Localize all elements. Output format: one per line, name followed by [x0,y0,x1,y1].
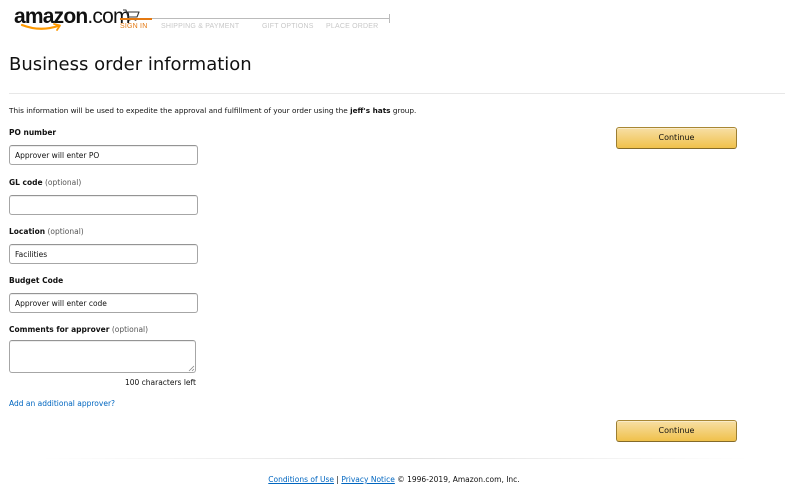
gl-code-input[interactable] [9,195,198,215]
conditions-of-use-link[interactable]: Conditions of Use [268,475,334,484]
step-gift-options: GIFT OPTIONS [262,23,314,30]
intro-prefix: This information will be used to expedit… [9,106,351,115]
resize-grip-icon[interactable] [187,364,195,372]
gl-code-label: GL code (optional) [9,178,82,187]
continue-button-bottom[interactable]: Continue [616,420,737,442]
privacy-notice-link[interactable]: Privacy Notice [341,475,395,484]
continue-button-top[interactable]: Continue [616,127,737,149]
characters-left-counter: 100 characters left [124,378,196,387]
step-sign-in: SIGN IN [120,23,148,30]
progress-active-track [120,18,152,20]
budget-code-input[interactable] [9,293,198,313]
progress-end-tick [389,14,390,23]
budget-code-label: Budget Code [9,276,64,285]
add-approver-link[interactable]: Add an additional approver? [9,399,115,408]
smile-arrow-icon [20,23,61,31]
progress-track [120,18,390,19]
step-place-order: PLACE ORDER [326,23,379,30]
comments-label: Comments for approver (optional) [9,325,149,334]
location-label: Location (optional) [9,227,84,236]
page-title: Business order information [9,54,252,75]
checkout-progress: SIGN IN SHIPPING & PAYMENT GIFT OPTIONS … [118,8,398,38]
po-number-label: PO number [9,128,57,137]
title-divider [9,93,785,94]
checkout-header: amazon.com SIGN IN SHIPPING & PAYMENT GI… [0,0,788,40]
intro-suffix: group. [390,106,417,115]
footer-divider [40,458,750,459]
intro-text: This information will be used to expedit… [9,106,416,115]
intro-group-name: jeff's hats [350,106,391,115]
po-number-input[interactable] [9,145,198,165]
footer: Conditions of Use | Privacy Notice © 199… [0,475,788,484]
copyright-text: © 1996-2019, Amazon.com, Inc. [394,475,520,484]
location-input[interactable] [9,244,198,264]
step-shipping-payment: SHIPPING & PAYMENT [161,23,240,30]
comments-textarea[interactable] [9,340,196,373]
